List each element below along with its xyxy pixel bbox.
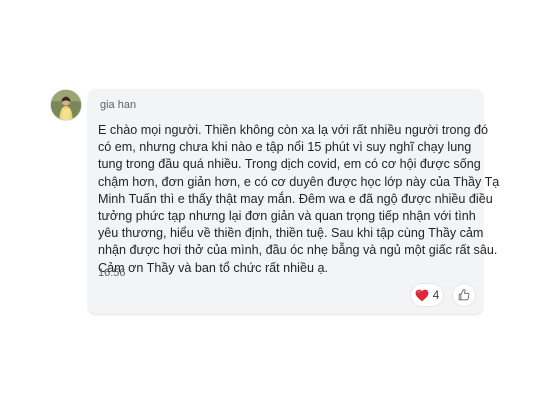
message-line: chậm hơn, đơn giản hơn, e có cơ duyên đư…	[98, 174, 500, 189]
message-line: Minh Tuấn thì e thấy thật may mắn. Đêm w…	[98, 191, 493, 206]
heart-reaction-button[interactable]: 4	[410, 283, 444, 307]
message-line: tưởng phức tạp nhưng lại đơn giản và qua…	[98, 209, 476, 224]
heart-icon	[415, 289, 429, 302]
thumbs-up-icon	[457, 288, 471, 302]
avatar-photo	[51, 90, 81, 120]
message-timestamp: 16:56	[98, 267, 126, 279]
avatar[interactable]	[50, 89, 82, 121]
message-line: tung trong đầu quá nhiều. Trong dịch cov…	[98, 157, 481, 172]
sender-name[interactable]: gia han	[100, 99, 136, 111]
message-line: E chào mọi người. Thiền không còn xa lạ …	[98, 123, 489, 137]
like-button[interactable]	[452, 283, 476, 307]
message-line: có em, nhưng chưa khi nào e tập nổi 15 p…	[98, 140, 472, 155]
message-bubble: gia han E chào mọi người. Thiền không cò…	[88, 89, 500, 314]
message-line: nhận được hơi thở của mình, đầu óc nhẹ b…	[98, 243, 498, 258]
message-line: yêu thương, hiểu về thiền định, thiền tu…	[98, 226, 484, 241]
message-body: E chào mọi người. Thiền không còn xa lạ …	[98, 122, 500, 277]
heart-reaction-count: 4	[432, 288, 440, 302]
chat-message-stage: gia han E chào mọi người. Thiền không cò…	[0, 0, 533, 400]
message-line: Cảm ơn Thầy và ban tổ chức rất nhiều ạ.	[98, 260, 328, 275]
